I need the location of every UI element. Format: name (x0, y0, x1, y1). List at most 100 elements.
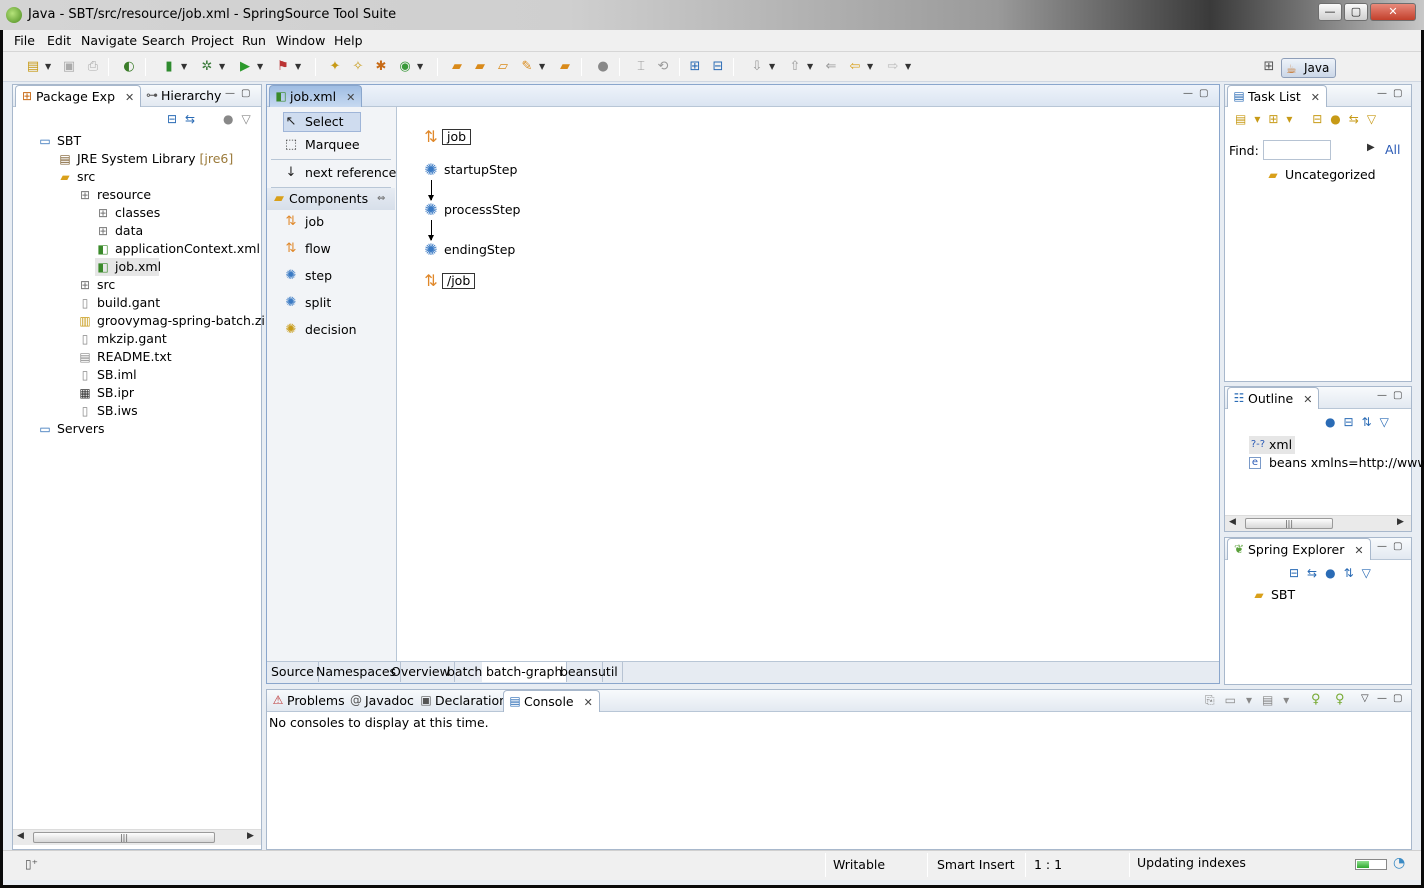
tab-declaration[interactable]: ▣ Declaration (415, 690, 513, 712)
maximize-button[interactable]: ▢ (1344, 3, 1368, 21)
palette-components-drawer[interactable]: ▰ Components ⇔ (267, 188, 395, 210)
close-icon[interactable]: ✕ (1354, 544, 1363, 557)
tab-task-list[interactable]: ▤ Task List ✕ (1227, 85, 1328, 107)
new-java-project-icon[interactable]: ✦ (327, 59, 343, 75)
task-toolbar-icons[interactable]: ▤▾⊞▾ ⊟●⇆▽ (1235, 112, 1384, 126)
scroll-left-icon[interactable]: ◀ (1229, 517, 1236, 527)
filter-all-link[interactable]: All (1385, 142, 1401, 157)
toggle-mark-icon[interactable]: ⌶ (633, 59, 649, 75)
run-dropdown-icon[interactable]: ▼ (257, 59, 265, 75)
tab-console[interactable]: ▤ Console ✕ (503, 690, 600, 712)
scroll-right-icon[interactable]: ▶ (1397, 517, 1404, 527)
menu-window[interactable]: Window (276, 33, 325, 48)
palette-marquee-tool[interactable]: ⬚ Marquee (267, 134, 395, 156)
tree-item-job-xml[interactable]: ◧ job.xml (95, 258, 161, 276)
minimize-maximize-icon[interactable]: —▢ (1377, 693, 1408, 704)
tab-spring-explorer[interactable]: ❦ Spring Explorer ✕ (1227, 538, 1371, 560)
collapse-icon[interactable]: ⊟ (710, 59, 726, 75)
scrollbar-thumb[interactable]: ||| (1245, 518, 1333, 529)
minimize-maximize-icon[interactable]: —▢ (1377, 88, 1408, 99)
palette-item-job[interactable]: ⇅ job (267, 211, 395, 233)
new-lightbulb-icon[interactable]: ♀ (1335, 692, 1345, 707)
palette-item-decision[interactable]: ✺ decision (267, 319, 395, 341)
progress-bar[interactable] (1355, 859, 1387, 870)
outline-toolbar-icons[interactable]: ●⊟⇅▽ (1325, 415, 1397, 429)
console-toolbar-icons[interactable]: ⎘▭▾▤▾ (1205, 693, 1299, 708)
menu-edit[interactable]: Edit (47, 33, 71, 48)
fast-view-icon[interactable]: ▯⁺ (25, 857, 38, 871)
minimize-maximize-icon[interactable]: —▢ (225, 88, 256, 99)
forward-icon[interactable]: ⇨ (885, 59, 901, 75)
open-perspective-icon[interactable]: ⊞ (1261, 59, 1277, 75)
server-dropdown-icon[interactable]: ▼ (181, 59, 189, 75)
minimize-maximize-icon[interactable]: —▢ (1377, 390, 1408, 401)
palette-item-flow[interactable]: ⇅ flow (267, 238, 395, 260)
lightbulb-icon[interactable]: ♀ (1311, 692, 1321, 707)
close-icon[interactable]: ✕ (1303, 393, 1312, 406)
close-button[interactable]: ✕ (1370, 3, 1416, 21)
play-icon[interactable]: ▶ (1367, 142, 1375, 153)
open-type-icon[interactable]: ▰ (449, 59, 465, 75)
horizontal-scrollbar[interactable]: ◀ ||| ▶ (1225, 515, 1411, 531)
toggle-block-icon[interactable]: ⟲ (655, 59, 671, 75)
close-icon[interactable]: ✕ (346, 91, 355, 104)
scroll-right-icon[interactable]: ▶ (247, 831, 254, 841)
menu-navigate[interactable]: Navigate (81, 33, 137, 48)
search-icon[interactable]: ✎ (519, 59, 535, 75)
tab-javadoc[interactable]: @ Javadoc (345, 690, 420, 712)
minimize-button[interactable]: — (1318, 3, 1342, 21)
new-class-icon[interactable]: ✱ (373, 59, 389, 75)
external-tools-dropdown-icon[interactable]: ▼ (295, 59, 303, 75)
tab-hierarchy[interactable]: ⊶ Hierarchy (141, 85, 227, 107)
tab-outline[interactable]: ☷ Outline ✕ (1227, 387, 1320, 409)
progress-view-icon[interactable]: ◔ (1393, 855, 1405, 871)
palette-next-reference-tool[interactable]: ↓ next reference (267, 162, 397, 184)
back-icon[interactable]: ⇦ (847, 59, 863, 75)
tab-batch[interactable]: batch (443, 662, 488, 682)
tab-problems[interactable]: ⚠ Problems (267, 690, 351, 712)
expand-icon[interactable]: ⊞ (687, 59, 703, 75)
previous-annotation-icon[interactable]: ⇧ (787, 59, 803, 75)
horizontal-scrollbar[interactable]: ◀ ||| ▶ (13, 829, 261, 845)
scrollbar-thumb[interactable]: ||| (33, 832, 215, 843)
new-spring-dropdown-icon[interactable]: ▼ (417, 59, 425, 75)
menu-project[interactable]: Project (191, 33, 234, 48)
server-icon[interactable]: ▮ (161, 59, 177, 75)
new-package-icon[interactable]: ✧ (350, 59, 366, 75)
forward-dropdown-icon[interactable]: ▼ (905, 59, 913, 75)
outline-item-xml[interactable]: ?-? xml (1249, 436, 1295, 454)
tab-batch-graph[interactable]: batch-graph (482, 662, 568, 682)
scroll-left-icon[interactable]: ◀ (17, 831, 24, 841)
new-dropdown-icon[interactable]: ▼ (45, 59, 53, 75)
new-icon[interactable]: ▤ (25, 59, 41, 75)
last-edit-icon[interactable]: ⇐ (823, 59, 839, 75)
next-annotation-icon[interactable]: ⇩ (749, 59, 765, 75)
previous-annotation-dropdown-icon[interactable]: ▼ (807, 59, 815, 75)
tab-util[interactable]: util (594, 662, 623, 682)
close-icon[interactable]: ✕ (1311, 91, 1320, 104)
open-resource-icon[interactable]: ▱ (495, 59, 511, 75)
collapse-link-icons[interactable]: ⊟⇆ (167, 112, 203, 126)
next-annotation-dropdown-icon[interactable]: ▼ (769, 59, 777, 75)
tab-job-xml[interactable]: ◧ job.xml ✕ (269, 85, 363, 107)
menu-file[interactable]: File (14, 33, 35, 48)
spring-explorer-toolbar-icons[interactable]: ⊟⇆●⇅▽ (1289, 566, 1379, 580)
print-icon[interactable]: ⎙ (85, 59, 101, 75)
view-menu-icon[interactable]: ●▽ (223, 112, 259, 126)
run-icon[interactable]: ▶ (237, 59, 253, 75)
new-spring-icon[interactable]: ◉ (397, 59, 413, 75)
palette-item-split[interactable]: ✺ split (267, 292, 395, 314)
find-input[interactable] (1263, 140, 1331, 160)
tasks-icon[interactable]: ● (595, 59, 611, 75)
save-icon[interactable]: ▣ (61, 59, 77, 75)
tab-package-explorer[interactable]: ⊞ Package Exp ✕ (15, 85, 142, 107)
external-tools-icon[interactable]: ⚑ (275, 59, 291, 75)
close-icon[interactable]: ✕ (125, 91, 134, 104)
minimize-maximize-icon[interactable]: —▢ (1377, 541, 1408, 552)
debug-icon[interactable]: ✲ (199, 59, 215, 75)
back-dropdown-icon[interactable]: ▼ (867, 59, 875, 75)
palette-item-step[interactable]: ✺ step (267, 265, 395, 287)
close-icon[interactable]: ✕ (584, 696, 593, 709)
menu-search[interactable]: Search (142, 33, 185, 48)
menu-run[interactable]: Run (242, 33, 266, 48)
